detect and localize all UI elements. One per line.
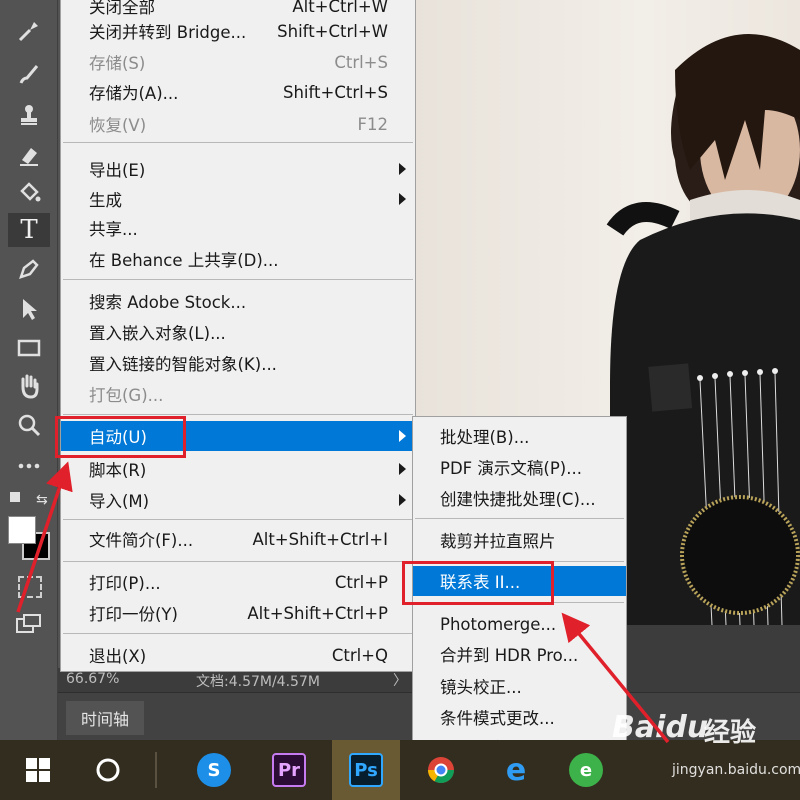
submenu-arrow-icon [399, 494, 406, 506]
text-tool-icon[interactable]: T [8, 213, 50, 247]
windows-start-icon[interactable] [10, 740, 66, 800]
menu-item-file-info[interactable]: 文件简介(F)... Alt+Shift+Ctrl+I [61, 524, 415, 554]
submenu-arrow-icon [399, 163, 406, 175]
tools-panel: T ⇆ [0, 0, 58, 740]
premiere-icon[interactable]: Pr [258, 740, 320, 800]
path-select-icon[interactable] [8, 292, 50, 326]
hand-icon[interactable] [8, 369, 50, 403]
zoom-icon[interactable] [8, 408, 50, 442]
submenu-arrow-icon [399, 193, 406, 205]
submenu-arrow-icon [399, 463, 406, 475]
chrome-icon[interactable] [415, 740, 467, 800]
menu-separator [63, 142, 413, 143]
taskbar-divider [155, 752, 157, 788]
menu-item-search-adobe-stock[interactable]: 搜索 Adobe Stock... [61, 286, 415, 316]
brush-icon[interactable] [8, 58, 50, 92]
360-browser-icon[interactable]: e [560, 740, 612, 800]
quick-mask-icon[interactable] [18, 576, 42, 598]
text-tool-glyph: T [20, 215, 38, 245]
menu-item-contact-sheet[interactable]: 联系表 II... [413, 566, 626, 596]
menu-item-close-and-go-bridge[interactable]: 关闭并转到 Bridge... Shift+Ctrl+W [61, 16, 415, 46]
foreground-color-swatch[interactable] [8, 516, 36, 544]
submenu-arrow-icon [399, 430, 406, 442]
menu-separator [415, 602, 624, 603]
pen-icon[interactable] [8, 252, 50, 286]
menu-item-exit[interactable]: 退出(X) Ctrl+Q [61, 640, 415, 670]
more-tools-icon[interactable] [8, 448, 50, 482]
menu-item-photomerge[interactable]: Photomerge... [413, 609, 626, 639]
menu-item-place-linked[interactable]: 置入链接的智能对象(K)... [61, 348, 415, 378]
menu-item-import[interactable]: 导入(M) [61, 485, 415, 515]
menu-item-generate[interactable]: 生成 [61, 184, 415, 214]
menu-item-export[interactable]: 导出(E) [61, 154, 415, 184]
file-menu: 关闭全部 Alt+Ctrl+W 关闭并转到 Bridge... Shift+Ctrl… [60, 0, 416, 672]
menu-item-lens-correction[interactable]: 镜头校正... [413, 671, 626, 701]
menu-item-conditional-mode-change[interactable]: 条件模式更改... [413, 702, 626, 732]
menu-item-automate[interactable]: 自动(U) [61, 421, 415, 451]
rectangle-icon[interactable] [8, 331, 50, 365]
automate-submenu: 批处理(B)... PDF 演示文稿(P)... 创建快捷批处理(C)... 裁… [412, 416, 627, 766]
windows-taskbar: S Pr Ps e e [0, 740, 800, 800]
default-colors-icon[interactable] [10, 492, 20, 502]
eraser-icon[interactable] [8, 138, 50, 172]
menu-item-place-embedded[interactable]: 置入嵌入对象(L)... [61, 317, 415, 347]
edge-icon[interactable]: e [490, 740, 542, 800]
menu-item-print[interactable]: 打印(P)... Ctrl+P [61, 567, 415, 597]
sogou-icon[interactable]: S [184, 740, 244, 800]
menu-separator [63, 414, 413, 415]
menu-item-pdf-presentation[interactable]: PDF 演示文稿(P)... [413, 452, 626, 482]
menu-item-share-behance[interactable]: 在 Behance 上共享(D)... [61, 244, 415, 274]
cortana-icon[interactable] [80, 740, 136, 800]
menu-separator [63, 633, 413, 634]
menu-separator [415, 518, 624, 519]
screen-mode-icon[interactable] [16, 614, 42, 634]
menu-item-revert[interactable]: 恢复(V) F12 [61, 109, 415, 139]
menu-item-package[interactable]: 打包(G)... [61, 379, 415, 409]
photoshop-window: { "file_menu": { "items": [ {"label":"关闭… [0, 0, 800, 800]
tab-timeline[interactable]: 时间轴 [66, 701, 144, 735]
paint-bucket-icon[interactable] [8, 175, 50, 209]
menu-item-share[interactable]: 共享... [61, 213, 415, 243]
stamp-icon[interactable] [8, 98, 50, 132]
menu-separator [415, 561, 624, 562]
menu-item-create-droplet[interactable]: 创建快捷批处理(C)... [413, 483, 626, 513]
menu-item-save-as[interactable]: 存储为(A)... Shift+Ctrl+S [61, 77, 415, 107]
menu-separator [63, 279, 413, 280]
photoshop-taskbar-icon[interactable]: Ps [332, 740, 400, 800]
menu-separator [63, 561, 413, 562]
menu-item-scripts[interactable]: 脚本(R) [61, 454, 415, 484]
menu-item-crop-straighten[interactable]: 裁剪并拉直照片 [413, 525, 626, 555]
status-expand-arrow[interactable]: 〉 [393, 670, 407, 690]
menu-item-print-one-copy[interactable]: 打印一份(Y) Alt+Shift+Ctrl+P [61, 598, 415, 628]
spot-healing-icon[interactable] [8, 14, 50, 48]
menu-separator [63, 519, 413, 520]
menu-item-batch[interactable]: 批处理(B)... [413, 421, 626, 451]
swap-colors-icon[interactable]: ⇆ [36, 492, 48, 508]
menu-item-save[interactable]: 存储(S) Ctrl+S [61, 47, 415, 77]
menu-item-merge-hdr[interactable]: 合并到 HDR Pro... [413, 639, 626, 669]
document-size: 文档:4.57M/4.57M [196, 674, 320, 690]
zoom-level[interactable]: 66.67% [66, 671, 119, 687]
